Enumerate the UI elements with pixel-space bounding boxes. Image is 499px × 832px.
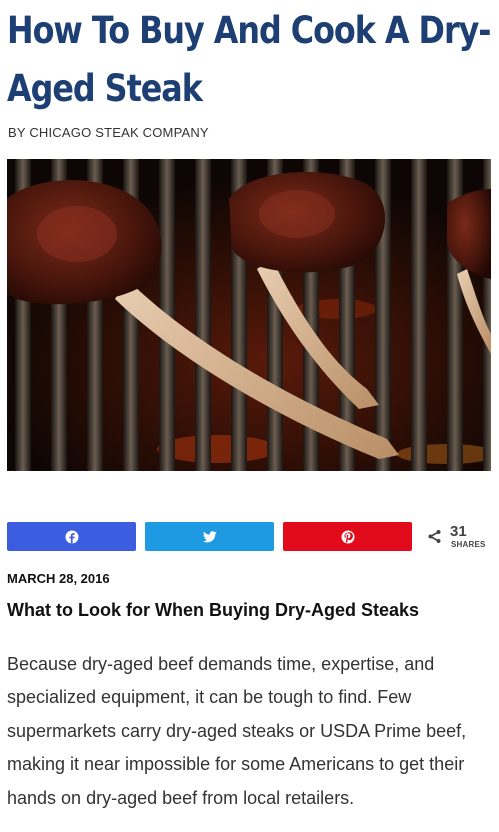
share-count-number: 31 <box>450 523 467 540</box>
article-byline: BY CHICAGO STEAK COMPANY <box>8 125 209 140</box>
twitter-share-button[interactable] <box>145 522 274 551</box>
pinterest-icon <box>341 530 354 543</box>
share-icon <box>428 530 441 543</box>
pinterest-share-button[interactable] <box>283 522 412 551</box>
social-share-bar: 31 SHARES <box>7 522 491 552</box>
article-paragraph: Because dry-aged beef demands time, expe… <box>7 654 467 808</box>
section-heading: What to Look for When Buying Dry-Aged St… <box>7 600 420 620</box>
share-count: 31 SHARES <box>427 522 491 552</box>
article-hero-image <box>7 159 491 471</box>
facebook-share-button[interactable] <box>7 522 136 551</box>
facebook-icon <box>65 530 78 543</box>
share-count-label: SHARES <box>451 540 486 549</box>
twitter-icon <box>202 530 217 542</box>
publish-date: MARCH 28, 2016 <box>7 571 110 586</box>
article-title: How To Buy And Cook A Dry-Aged Steak <box>7 9 492 110</box>
